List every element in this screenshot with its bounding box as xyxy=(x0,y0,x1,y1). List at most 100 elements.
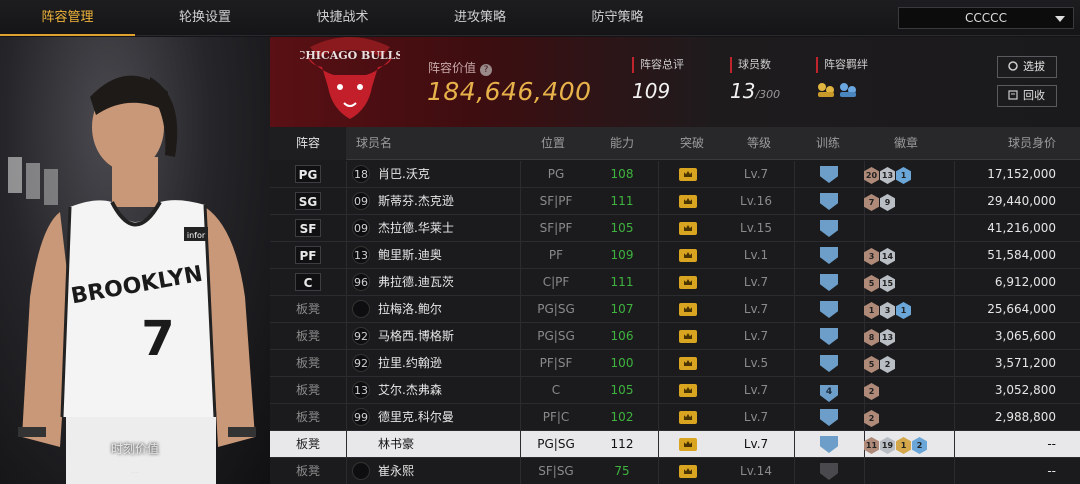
player-level: Lv.15 xyxy=(740,221,772,235)
player-level: Lv.7 xyxy=(743,167,769,181)
training-cell[interactable] xyxy=(794,296,864,323)
badges-cell[interactable]: 2 xyxy=(864,404,952,431)
table-row[interactable]: 板凳 92 拉里.约翰逊 PF|SF 100 Lv.5 5 2 3,571,200 xyxy=(270,350,1080,377)
bond-blue-icon[interactable] xyxy=(838,81,858,99)
jersey-number-badge: 96 xyxy=(352,273,370,291)
col-lineup[interactable]: 阵容 xyxy=(270,127,346,160)
training-cell[interactable] xyxy=(794,269,864,296)
bond-gold-icon[interactable] xyxy=(816,81,836,99)
col-badges[interactable]: 徽章 xyxy=(894,127,918,160)
badges-cell[interactable]: 79 xyxy=(864,188,952,215)
select-players-button[interactable]: 选拔 xyxy=(997,56,1057,78)
badge-hex-icon: 3 xyxy=(880,302,895,319)
table-row[interactable]: 板凳 拉梅洛.鲍尔 PG|SG 107 Lv.7 1 3 1 25,664,000 xyxy=(270,296,1080,323)
player-name[interactable]: 德里克.科尔曼 xyxy=(378,404,518,431)
col-player-name[interactable]: 球员名 xyxy=(356,127,392,160)
badge-hex-icon: 2 xyxy=(880,356,895,373)
breakthrough-cell[interactable] xyxy=(658,242,718,269)
badges-cell[interactable]: 2 xyxy=(864,377,952,404)
player-name[interactable]: 鲍里斯.迪奥 xyxy=(378,242,518,269)
training-cell[interactable] xyxy=(794,431,864,458)
table-row[interactable]: SF 09 杰拉德.华莱士 SF|PF 105 Lv.15 41,216,000 xyxy=(270,215,1080,242)
breakthrough-cell[interactable] xyxy=(658,350,718,377)
table-row[interactable]: 板凳 13 艾尔.杰弗森 C 105 Lv.7 4 2 3,052,800 xyxy=(270,377,1080,404)
table-row[interactable]: 板凳 92 马格西.博格斯 PG|SG 106 Lv.7 8 13 3,065,600 xyxy=(270,323,1080,350)
player-name[interactable]: 崔永熙 xyxy=(378,458,518,484)
table-row[interactable]: PG 18 肖巴.沃克 PG 108 Lv.7 20 13 1 17,152,000 xyxy=(270,161,1080,188)
col-breakthrough[interactable]: 突破 xyxy=(680,127,704,160)
player-name[interactable]: 弗拉德.迪瓦茨 xyxy=(378,269,518,296)
tab-lineup-management[interactable]: 阵容管理 xyxy=(0,0,135,36)
player-position: PG xyxy=(547,167,565,181)
player-name[interactable]: 艾尔.杰弗森 xyxy=(378,377,518,404)
table-row[interactable]: 板凳 99 德里克.科尔曼 PF|C 102 Lv.7 2 2,988,800 xyxy=(270,404,1080,431)
breakthrough-cell[interactable] xyxy=(658,296,718,323)
badges-cell[interactable] xyxy=(864,458,952,484)
lineup-rating: 109 xyxy=(632,79,671,103)
breakthrough-cell[interactable] xyxy=(658,404,718,431)
player-position: PG|SG xyxy=(537,437,575,451)
table-row[interactable]: C 96 弗拉德.迪瓦茨 C|PF 111 Lv.7 5 15 6,912,000 xyxy=(270,269,1080,296)
player-name[interactable]: 杰拉德.华莱士 xyxy=(378,215,518,242)
badges-cell[interactable]: 11 19 1 2 xyxy=(864,431,952,458)
badge-hex-icon: 20 xyxy=(864,167,879,184)
table-row[interactable]: PF 13 鲍里斯.迪奥 PF 109 Lv.1 3 14 51,584,000 xyxy=(270,242,1080,269)
player-name[interactable]: 肖巴.沃克 xyxy=(378,161,518,188)
tab-quick-tactics[interactable]: 快捷战术 xyxy=(275,0,410,36)
badges-cell[interactable]: 20 13 1 xyxy=(864,161,952,188)
player-name[interactable]: 马格西.博格斯 xyxy=(378,323,518,350)
player-position: PF|SF xyxy=(539,356,573,370)
table-row[interactable]: 板凳 崔永熙 SF|SG 75 Lv.14 -- xyxy=(270,458,1080,484)
lineup-slot: C xyxy=(270,269,346,296)
table-row[interactable]: 板凳 林书豪 PG|SG 112 Lv.7 11 19 1 2 -- xyxy=(270,431,1080,458)
training-cell[interactable] xyxy=(794,404,864,431)
jersey-number-badge: 92 xyxy=(352,327,370,345)
tab-offense-strategy[interactable]: 进攻策略 xyxy=(410,0,550,36)
breakthrough-cell[interactable] xyxy=(658,161,718,188)
breakthrough-cell[interactable] xyxy=(658,188,718,215)
player-name[interactable]: 拉梅洛.鲍尔 xyxy=(378,296,518,323)
jersey-number-badge xyxy=(352,300,370,318)
player-count-label: 球员数 xyxy=(730,57,780,73)
training-cell[interactable] xyxy=(794,188,864,215)
training-cell[interactable] xyxy=(794,323,864,350)
training-cell[interactable] xyxy=(794,350,864,377)
col-ability[interactable]: 能力 xyxy=(610,127,634,160)
training-cell[interactable]: 4 xyxy=(794,377,864,404)
breakthrough-cell[interactable] xyxy=(658,458,718,484)
col-player-value[interactable]: 球员身价 xyxy=(1008,127,1056,160)
breakthrough-cell[interactable] xyxy=(658,269,718,296)
breakthrough-cell[interactable] xyxy=(658,377,718,404)
table-row[interactable]: SG 09 斯蒂芬.杰克逊 SF|PF 111 Lv.16 7 9 29,440,000 xyxy=(270,188,1080,215)
player-count-max: /300 xyxy=(755,88,781,101)
training-cell[interactable] xyxy=(794,242,864,269)
badges-cell[interactable]: 8 13 xyxy=(864,323,952,350)
player-name[interactable]: 林书豪 xyxy=(378,431,518,458)
breakthrough-cell[interactable] xyxy=(658,431,718,458)
training-cell[interactable] xyxy=(794,161,864,188)
badge-hex-icon: 13 xyxy=(880,167,895,184)
training-cell[interactable] xyxy=(794,458,864,484)
col-training[interactable]: 训练 xyxy=(816,127,840,160)
badges-cell[interactable] xyxy=(864,215,952,242)
player-name[interactable]: 斯蒂芬.杰克逊 xyxy=(378,188,518,215)
player-ability: 107 xyxy=(610,302,634,316)
player-level: Lv.5 xyxy=(743,356,769,370)
col-position[interactable]: 位置 xyxy=(541,127,565,160)
tab-rotation-settings[interactable]: 轮换设置 xyxy=(135,0,275,36)
col-level[interactable]: 等级 xyxy=(747,127,771,160)
recycle-button[interactable]: 回收 xyxy=(997,85,1057,107)
tab-defense-strategy[interactable]: 防守策略 xyxy=(550,0,685,36)
breakthrough-cell[interactable] xyxy=(658,215,718,242)
badges-cell[interactable]: 3 14 xyxy=(864,242,952,269)
badges-cell[interactable]: 52 xyxy=(864,350,952,377)
player-name[interactable]: 拉里.约翰逊 xyxy=(378,350,518,377)
training-cell[interactable] xyxy=(794,215,864,242)
lineup-slot-label: SF xyxy=(295,219,321,237)
team-select-dropdown[interactable]: CCCCC xyxy=(898,7,1074,29)
breakthrough-cell[interactable] xyxy=(658,323,718,350)
table-header: 阵容 球员名 位置 能力 突破 等级 训练 徽章 球员身价 xyxy=(270,127,1080,160)
badges-cell[interactable]: 5 15 xyxy=(864,269,952,296)
badges-cell[interactable]: 131 xyxy=(864,296,952,323)
help-icon[interactable]: ? xyxy=(480,64,493,76)
